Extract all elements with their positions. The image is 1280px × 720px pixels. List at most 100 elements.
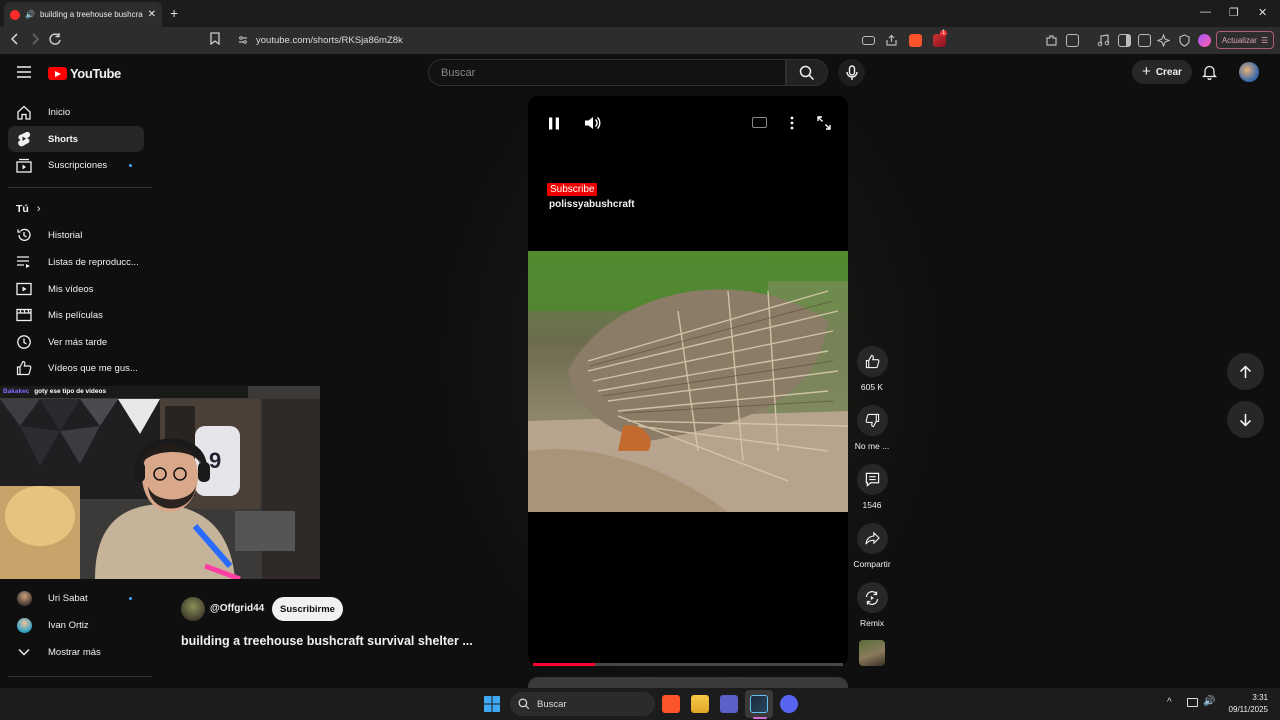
network-icon[interactable] — [1187, 698, 1198, 707]
like-button[interactable]: 605 K — [851, 346, 893, 392]
sidebar-item-label: Ivan Ortiz — [48, 619, 89, 631]
video-frame[interactable] — [528, 251, 848, 512]
comments-circle — [856, 464, 888, 495]
share-page-icon[interactable] — [885, 34, 898, 47]
new-tab-button[interactable]: + — [170, 5, 178, 21]
system-clock[interactable]: 3:31 09/11/2025 — [1222, 692, 1268, 716]
remix-icon — [865, 590, 879, 605]
windows-start-icon[interactable] — [484, 696, 500, 712]
teams-icon[interactable] — [720, 695, 738, 713]
rewards-badge: 1 — [940, 30, 948, 36]
next-short-button[interactable] — [1227, 401, 1264, 438]
media-controls-icon[interactable] — [1097, 34, 1110, 47]
sidebar-toggle-icon[interactable] — [1118, 34, 1131, 47]
watch-later-icon — [16, 334, 32, 350]
back-button[interactable] — [9, 32, 21, 46]
your-videos-icon — [16, 281, 32, 297]
speaker-icon[interactable]: 🔊 — [25, 10, 35, 19]
volume-icon — [585, 117, 601, 129]
next-short-preview[interactable] — [528, 677, 848, 688]
search-box[interactable] — [428, 59, 786, 86]
share-button[interactable]: Compartir — [851, 523, 893, 569]
dislike-button[interactable]: No me ... — [851, 405, 893, 451]
comments-button[interactable]: 1546 — [851, 464, 893, 510]
close-window-button[interactable]: ✕ — [1258, 6, 1267, 19]
short-title[interactable]: building a treehouse bushcraft survival … — [181, 634, 473, 648]
discord-icon[interactable] — [780, 695, 798, 713]
sidebar-divider — [8, 187, 152, 188]
sound-thumbnail[interactable] — [859, 640, 885, 666]
bookmark-icon[interactable] — [210, 32, 220, 45]
search-button[interactable] — [786, 59, 828, 86]
sidebar-item-ver-mas-tarde[interactable]: Ver más tarde — [8, 329, 144, 355]
sidebar-item-mis-peliculas[interactable]: Mis películas — [8, 302, 144, 328]
vpn-icon[interactable] — [1178, 34, 1191, 47]
sidebar-you-section[interactable]: Tú › — [8, 196, 144, 222]
channel-handle[interactable]: @Offgrid44 — [210, 603, 264, 614]
reader-mode-icon[interactable] — [1066, 34, 1079, 47]
fullscreen-icon[interactable] — [817, 116, 831, 130]
taskbar-search[interactable]: Buscar — [510, 692, 655, 716]
create-button[interactable]: + Crear — [1132, 60, 1192, 84]
pause-button[interactable] — [548, 117, 560, 130]
hamburger-menu-icon[interactable] — [17, 66, 31, 78]
restore-button[interactable]: ❐ — [1229, 6, 1239, 19]
sidebar-item-label: Suscripciones — [48, 159, 108, 171]
shorts-player[interactable] — [528, 96, 848, 666]
playlists-icon — [16, 254, 32, 270]
extensions-icon[interactable] — [1045, 34, 1058, 47]
address-bar[interactable]: youtube.com/shorts/RKSja86mZ8k — [230, 30, 880, 51]
browser-tab[interactable]: 🔊 building a treehouse bushcra ✕ — [4, 2, 162, 27]
remix-button[interactable]: Remix — [851, 582, 893, 628]
overlay-channel-name: polissyabushcraft — [549, 199, 635, 210]
sidebar-item-historial[interactable]: Historial — [8, 222, 144, 248]
sidebar-show-more[interactable]: Mostrar más — [8, 639, 144, 665]
brave-shield-icon[interactable] — [909, 34, 922, 47]
video-progress-bar[interactable] — [533, 663, 843, 666]
profile-icon[interactable] — [1198, 34, 1211, 47]
sidebar-item-label: Mis películas — [48, 309, 103, 321]
sidebar-item-label: Vídeos que me gus... — [48, 362, 138, 374]
sidebar-item-inicio[interactable]: Inicio — [8, 99, 144, 125]
home-icon — [16, 104, 32, 120]
browser-tab-bar: 🔊 building a treehouse bushcra ✕ + — ❐ ✕ — [0, 0, 1280, 27]
captions-icon[interactable] — [752, 117, 767, 128]
cast-icon[interactable] — [862, 36, 875, 45]
account-avatar[interactable] — [1239, 62, 1259, 82]
previous-short-button[interactable] — [1227, 353, 1264, 390]
minimize-button[interactable]: — — [1200, 6, 1211, 18]
speaker-tray-icon[interactable]: 🔊 — [1203, 696, 1215, 707]
sidebar-item-listas[interactable]: Listas de reproducc... — [8, 249, 144, 275]
sidebar-channel-ivan-ortiz[interactable]: Ivan Ortiz — [8, 612, 144, 638]
steam-icon[interactable] — [750, 695, 768, 713]
search-input[interactable] — [441, 66, 785, 79]
like-count: 605 K — [860, 382, 884, 392]
file-explorer-icon[interactable] — [691, 695, 709, 713]
channel-avatar[interactable] — [181, 597, 205, 621]
notifications-bell-icon[interactable] — [1202, 64, 1217, 80]
forward-button[interactable] — [29, 32, 41, 46]
tray-chevron-up-icon[interactable]: ^ — [1167, 697, 1172, 708]
brave-browser-icon[interactable] — [662, 695, 680, 713]
youtube-logo[interactable]: YouTube — [48, 66, 121, 81]
sidebar-item-label: Mostrar más — [48, 646, 101, 658]
webcam-chat-message: Bakakec goty ese tipo de videos — [0, 386, 248, 398]
sidebar-channel-uri-sabat[interactable]: Uri Sabat — [8, 585, 144, 611]
update-button[interactable]: Actualizar ☰ — [1216, 31, 1274, 49]
voice-search-button[interactable] — [838, 59, 865, 86]
search-icon — [799, 65, 815, 80]
reload-button[interactable] — [48, 32, 62, 46]
leo-ai-icon[interactable] — [1157, 34, 1170, 47]
active-app-indicator — [753, 717, 767, 719]
sidebar-item-videos-me-gustan[interactable]: Vídeos que me gus... — [8, 355, 144, 381]
sidebar-item-shorts[interactable]: Shorts — [8, 126, 144, 152]
close-tab-icon[interactable]: ✕ — [148, 9, 156, 20]
sidebar-item-suscripciones[interactable]: Suscripciones — [8, 152, 144, 178]
volume-button[interactable] — [584, 115, 601, 131]
more-options-icon[interactable] — [790, 116, 794, 130]
brave-rewards-icon[interactable]: 1 — [933, 30, 948, 47]
site-settings-icon[interactable] — [238, 35, 248, 45]
sidebar-item-mis-videos[interactable]: Mis vídeos — [8, 276, 144, 302]
wallet-icon[interactable] — [1138, 34, 1151, 47]
subscribe-button[interactable]: Suscribirme — [272, 597, 343, 621]
